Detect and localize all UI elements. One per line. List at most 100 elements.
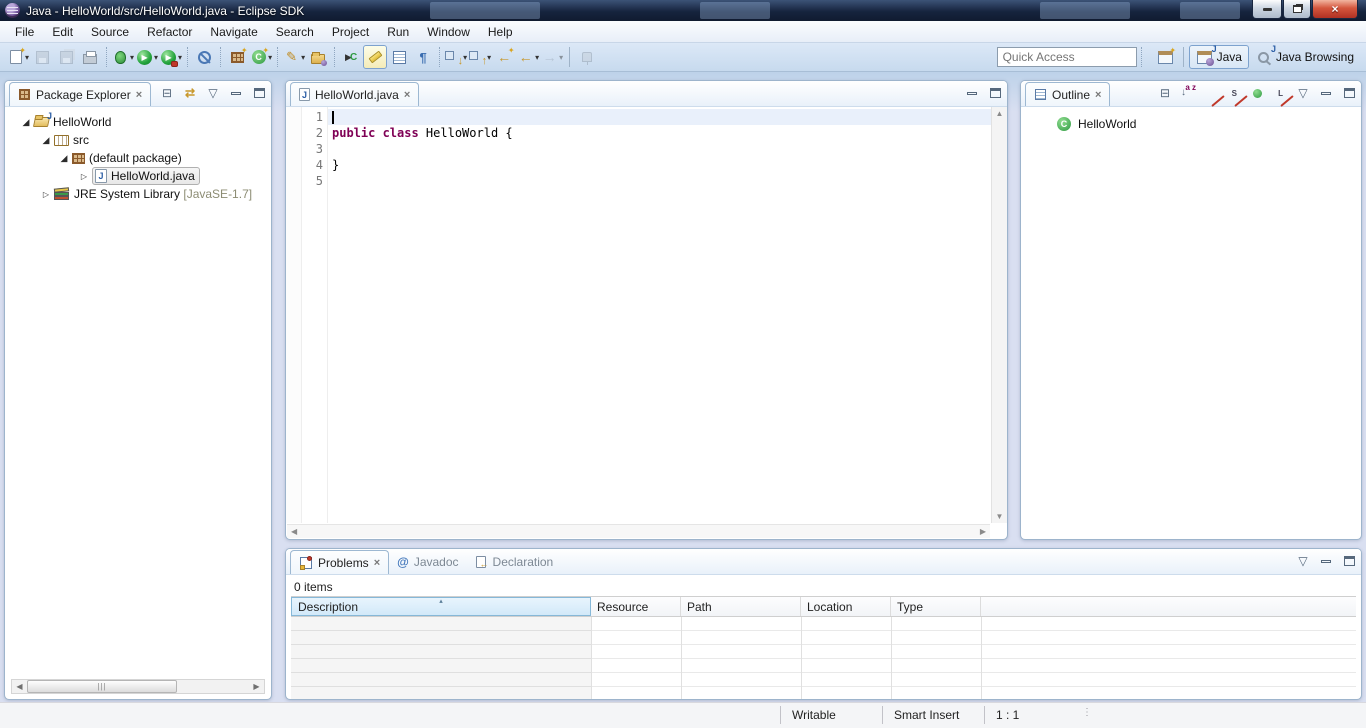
close-window-button[interactable]: × bbox=[1312, 0, 1358, 19]
mark-occurrences-toggle[interactable] bbox=[363, 45, 387, 69]
menu-edit[interactable]: Edit bbox=[43, 22, 82, 42]
tab-javadoc[interactable]: @ Javadoc bbox=[389, 550, 466, 574]
tab-helloworld-java[interactable]: J HelloWorld.java × bbox=[290, 82, 419, 106]
menu-project[interactable]: Project bbox=[323, 22, 378, 42]
collapse-all-icon[interactable]: ⊟ bbox=[1157, 85, 1173, 101]
back-button[interactable]: ←▾ bbox=[516, 45, 540, 69]
minimize-view-icon[interactable] bbox=[964, 85, 980, 101]
java-perspective-button[interactable]: J Java bbox=[1189, 45, 1249, 69]
code-line-4[interactable]: } bbox=[328, 157, 991, 173]
run-external-tools-button[interactable]: ▶▾ bbox=[159, 45, 183, 69]
chevron-down-icon[interactable]: ▾ bbox=[487, 53, 491, 62]
hide-static-members-icon[interactable]: S bbox=[1226, 85, 1242, 101]
minimize-view-icon[interactable] bbox=[1318, 85, 1334, 101]
save-all-button[interactable] bbox=[54, 45, 78, 69]
debug-button[interactable]: ▾ bbox=[111, 45, 135, 69]
chevron-down-icon[interactable]: ▾ bbox=[463, 53, 467, 62]
column-header-description[interactable]: ▴ Description bbox=[291, 597, 591, 616]
print-button[interactable] bbox=[78, 45, 102, 69]
expanded-arrow-icon[interactable]: ◢ bbox=[41, 135, 51, 146]
column-header-resource[interactable]: Resource bbox=[591, 597, 681, 616]
maximize-view-icon[interactable] bbox=[987, 85, 1003, 101]
run-button[interactable]: ▶▾ bbox=[135, 45, 159, 69]
menu-help[interactable]: Help bbox=[479, 22, 522, 42]
outline-item-helloworld[interactable]: C HelloWorld bbox=[1021, 107, 1361, 131]
chevron-down-icon[interactable]: ▾ bbox=[301, 53, 305, 62]
menu-search[interactable]: Search bbox=[267, 22, 323, 42]
column-header-location[interactable]: Location bbox=[801, 597, 891, 616]
horizontal-scrollbar[interactable]: ◀ ||| ▶ bbox=[11, 679, 265, 694]
chevron-down-icon[interactable]: ▾ bbox=[130, 53, 134, 62]
sort-icon[interactable]: ↓a z bbox=[1180, 85, 1196, 101]
scroll-left-icon[interactable]: ◀ bbox=[291, 527, 297, 536]
menu-source[interactable]: Source bbox=[82, 22, 138, 42]
tree-item-src[interactable]: ◢ src bbox=[5, 131, 271, 149]
close-icon[interactable]: × bbox=[136, 89, 142, 101]
new-java-package-button[interactable]: ✦ bbox=[225, 45, 249, 69]
open-type-hierarchy-button[interactable]: ▶C bbox=[339, 45, 363, 69]
expanded-arrow-icon[interactable]: ◢ bbox=[21, 117, 31, 128]
tab-package-explorer[interactable]: Package Explorer × bbox=[9, 82, 151, 106]
tab-declaration[interactable]: ← Declaration bbox=[467, 550, 562, 574]
menu-refactor[interactable]: Refactor bbox=[138, 22, 201, 42]
problems-table-body[interactable] bbox=[291, 617, 1356, 699]
menu-run[interactable]: Run bbox=[378, 22, 418, 42]
scroll-down-icon[interactable]: ▼ bbox=[996, 512, 1004, 521]
hide-non-public-members-icon[interactable] bbox=[1249, 85, 1265, 101]
code-line-2[interactable]: public class HelloWorld { bbox=[328, 125, 991, 141]
code-line-3[interactable] bbox=[328, 141, 991, 157]
java-browsing-perspective-button[interactable]: J Java Browsing bbox=[1249, 45, 1360, 69]
selected-tree-item[interactable]: J HelloWorld.java bbox=[92, 167, 200, 185]
collapsed-arrow-icon[interactable]: ▷ bbox=[41, 190, 51, 199]
menu-window[interactable]: Window bbox=[418, 22, 479, 42]
pin-editor-button[interactable] bbox=[575, 45, 599, 69]
show-whitespace-toggle[interactable]: ¶ bbox=[411, 45, 435, 69]
annotation-ruler[interactable] bbox=[286, 107, 302, 523]
previous-annotation-button[interactable]: ↑▾ bbox=[468, 45, 492, 69]
open-perspective-button[interactable]: ✦ bbox=[1154, 45, 1178, 69]
vertical-scrollbar[interactable]: ▲ ▼ bbox=[991, 107, 1007, 523]
menu-navigate[interactable]: Navigate bbox=[201, 22, 266, 42]
code-editor[interactable]: 1 2 3 4 5 public class HelloWorld { } ▲ … bbox=[286, 107, 1007, 523]
tree-item-default-package[interactable]: ◢ (default package) bbox=[5, 149, 271, 167]
chevron-down-icon[interactable]: ▾ bbox=[154, 53, 158, 62]
close-icon[interactable]: × bbox=[1095, 89, 1101, 101]
last-edit-location-button[interactable]: ←✦ bbox=[492, 45, 516, 69]
expanded-arrow-icon[interactable]: ◢ bbox=[59, 153, 69, 164]
tab-problems[interactable]: Problems × bbox=[290, 550, 389, 574]
collapse-all-icon[interactable]: ⊟ bbox=[159, 85, 175, 101]
editor-horizontal-scrollbar[interactable]: ◀ ▶ bbox=[287, 524, 990, 538]
minimize-window-button[interactable] bbox=[1252, 0, 1282, 19]
code-line-1[interactable] bbox=[328, 109, 991, 125]
show-source-button[interactable] bbox=[387, 45, 411, 69]
scrollbar-thumb[interactable]: ||| bbox=[27, 680, 177, 693]
hide-local-types-icon[interactable]: L bbox=[1272, 85, 1288, 101]
new-java-class-button[interactable]: C✦▾ bbox=[249, 45, 273, 69]
chevron-down-icon[interactable]: ▾ bbox=[178, 53, 182, 62]
close-icon[interactable]: × bbox=[374, 557, 380, 569]
menu-file[interactable]: File bbox=[6, 22, 43, 42]
quick-access-input[interactable] bbox=[997, 47, 1137, 67]
column-header-type[interactable]: Type bbox=[891, 597, 981, 616]
tree-item-helloworld-java[interactable]: ▷ J HelloWorld.java bbox=[5, 167, 271, 185]
chevron-down-icon[interactable]: ▾ bbox=[535, 53, 539, 62]
minimize-view-icon[interactable] bbox=[1318, 553, 1334, 569]
code-line-5[interactable] bbox=[328, 173, 991, 189]
scroll-left-icon[interactable]: ◀ bbox=[12, 682, 27, 691]
scroll-up-icon[interactable]: ▲ bbox=[996, 109, 1004, 118]
close-icon[interactable]: × bbox=[404, 89, 410, 101]
scroll-right-icon[interactable]: ▶ bbox=[980, 527, 986, 536]
next-annotation-button[interactable]: ↓▾ bbox=[444, 45, 468, 69]
forward-button[interactable]: →▾ bbox=[540, 45, 564, 69]
scroll-right-icon[interactable]: ▶ bbox=[249, 682, 264, 691]
view-menu-icon[interactable]: ▽ bbox=[1295, 553, 1311, 569]
column-header-path[interactable]: Path bbox=[681, 597, 801, 616]
view-menu-icon[interactable]: ▽ bbox=[1295, 85, 1311, 101]
tree-item-jre-library[interactable]: ▷ JRE System Library [JavaSE-1.7] bbox=[5, 185, 271, 203]
minimize-view-icon[interactable] bbox=[228, 85, 244, 101]
skip-all-breakpoints-button[interactable] bbox=[192, 45, 216, 69]
open-task-button[interactable]: ✎▾ bbox=[282, 45, 306, 69]
hide-fields-icon[interactable] bbox=[1203, 85, 1219, 101]
collapsed-arrow-icon[interactable]: ▷ bbox=[79, 172, 89, 181]
tree-item-project[interactable]: ◢ J HelloWorld bbox=[5, 113, 271, 131]
